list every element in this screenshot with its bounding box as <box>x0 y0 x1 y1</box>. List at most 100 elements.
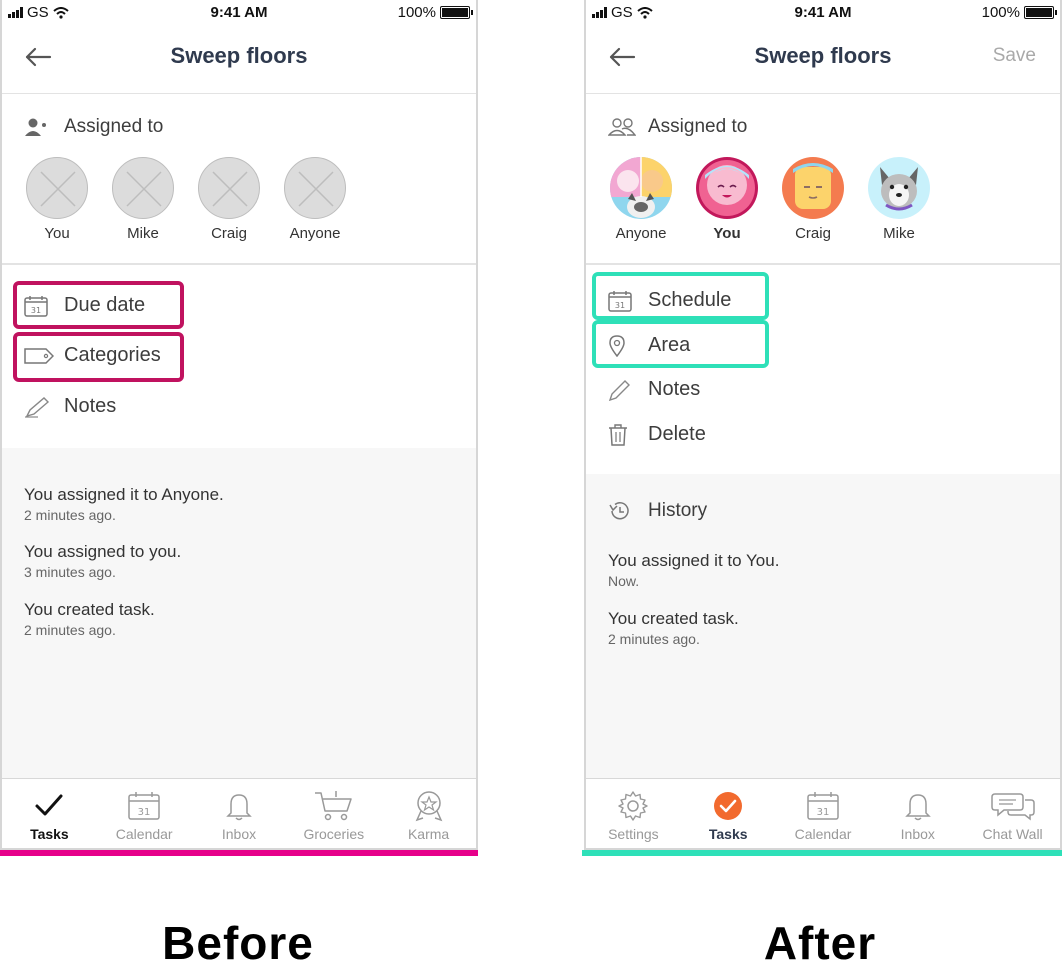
avatar-placeholder <box>198 157 260 219</box>
tab-label: Calendar <box>115 826 173 842</box>
tab-calendar[interactable]: 31 Calendar <box>97 779 192 848</box>
nav-bar: Sweep floors Save <box>586 26 1060 94</box>
avatar-placeholder <box>112 157 174 219</box>
assignee-name: Anyone <box>289 225 341 242</box>
assignee-name: Craig <box>795 225 831 242</box>
schedule-row[interactable]: 31 Schedule <box>608 289 731 312</box>
bell-icon <box>226 794 252 821</box>
categories-label: Categories <box>64 344 161 366</box>
due-date-label: Due date <box>64 294 146 316</box>
history-entry: You assigned to you. 3 minutes ago. <box>24 542 181 580</box>
tag-icon <box>24 347 54 364</box>
history-text: You created task. <box>24 600 155 619</box>
history-panel: You assigned it to Anyone. 2 minutes ago… <box>2 448 476 778</box>
svg-text:31: 31 <box>31 306 41 315</box>
tab-tasks[interactable]: Tasks <box>2 779 97 848</box>
battery-icon <box>440 6 473 19</box>
history-text: You created task. <box>608 609 739 628</box>
avatar-placeholder <box>284 157 346 219</box>
check-icon <box>35 794 63 816</box>
assignee-list: Anyone You Craig Mike <box>598 157 942 242</box>
history-entry: You assigned it to You. Now. <box>608 551 779 589</box>
assigned-to-label: Assigned to <box>24 116 163 138</box>
calendar-icon: 31 <box>128 792 160 820</box>
notes-row[interactable]: Notes <box>24 395 116 418</box>
after-screen: GS 9:41 AM 100% Sweep floors Save Assign… <box>584 0 1062 850</box>
history-text: You assigned it to Anyone. <box>24 485 224 504</box>
status-bar: GS 9:41 AM 100% <box>2 0 476 26</box>
tab-karma[interactable]: Karma <box>381 779 476 848</box>
assignee-name: You <box>713 225 741 242</box>
status-bar: GS 9:41 AM 100% <box>586 0 1060 26</box>
tab-calendar[interactable]: 31 Calendar <box>776 779 871 848</box>
due-date-row[interactable]: 31 Due date <box>24 294 145 317</box>
categories-row[interactable]: Categories <box>24 344 161 367</box>
calendar-icon: 31 <box>608 290 632 312</box>
assignee-craig[interactable]: Craig <box>186 157 272 242</box>
before-caption: Before <box>162 917 314 969</box>
assignee-craig[interactable]: Craig <box>770 157 856 242</box>
delete-label: Delete <box>648 423 706 445</box>
svg-text:31: 31 <box>817 807 830 818</box>
save-button[interactable]: Save <box>993 45 1036 67</box>
history-time: 2 minutes ago. <box>24 622 116 638</box>
area-row[interactable]: Area <box>608 334 690 357</box>
calendar-icon: 31 <box>24 295 48 317</box>
svg-text:31: 31 <box>138 807 151 818</box>
tab-label: Karma <box>407 826 450 842</box>
tab-tasks[interactable]: Tasks <box>681 779 776 848</box>
group-avatar <box>610 157 672 219</box>
history-heading: History <box>608 500 707 522</box>
tab-label: Chat Wall <box>982 826 1043 842</box>
craig-avatar <box>782 157 844 219</box>
person-icon <box>25 118 46 136</box>
history-entry: You created task. 2 minutes ago. <box>24 600 155 638</box>
assignee-you[interactable]: You <box>14 157 100 242</box>
area-label: Area <box>648 334 691 356</box>
tab-chat-wall[interactable]: Chat Wall <box>965 779 1060 848</box>
divider <box>2 263 476 265</box>
you-avatar <box>696 157 758 219</box>
notes-label: Notes <box>648 378 701 400</box>
assignee-name: Mike <box>127 225 159 242</box>
gear-icon <box>618 791 649 821</box>
tab-label: Tasks <box>708 826 748 842</box>
tab-groceries[interactable]: Groceries <box>286 779 381 848</box>
tab-label: Inbox <box>221 826 257 842</box>
tab-settings[interactable]: Settings <box>586 779 681 848</box>
assignee-anyone[interactable]: Anyone <box>272 157 358 242</box>
history-panel: History You assigned it to You. Now. You… <box>586 474 1060 778</box>
battery-percent: 100% <box>397 4 436 21</box>
mike-avatar <box>868 157 930 219</box>
history-label: History <box>648 500 708 521</box>
trash-icon <box>609 423 627 446</box>
tab-label: Calendar <box>794 826 852 842</box>
tab-inbox[interactable]: Inbox <box>192 779 287 848</box>
after-caption: After <box>763 917 877 969</box>
assignee-mike[interactable]: Mike <box>100 157 186 242</box>
before-underline <box>0 850 478 856</box>
delete-row[interactable]: Delete <box>608 423 706 446</box>
assignee-you[interactable]: You <box>684 157 770 242</box>
cart-icon <box>314 791 352 821</box>
assignee-list: You Mike Craig Anyone <box>14 157 358 242</box>
assigned-to-label: Assigned to <box>608 116 747 138</box>
battery-percent: 100% <box>981 4 1020 21</box>
history-time: 2 minutes ago. <box>608 631 700 647</box>
schedule-label: Schedule <box>648 289 732 311</box>
tab-inbox[interactable]: Inbox <box>870 779 965 848</box>
notes-label: Notes <box>64 395 117 417</box>
assignee-anyone[interactable]: Anyone <box>598 157 684 242</box>
history-icon <box>609 502 629 520</box>
assignee-mike[interactable]: Mike <box>856 157 942 242</box>
history-entry: You created task. 2 minutes ago. <box>608 609 739 647</box>
notes-row[interactable]: Notes <box>608 378 700 401</box>
history-text: You assigned to you. <box>24 542 182 561</box>
after-underline <box>582 850 1062 856</box>
before-screen: GS 9:41 AM 100% Sweep floors Assigned to… <box>0 0 478 850</box>
battery-icon <box>1024 6 1057 19</box>
assignee-name: Mike <box>883 225 915 242</box>
nav-bar: Sweep floors <box>2 26 476 94</box>
pencil-icon <box>608 379 630 401</box>
history-time: Now. <box>608 573 640 589</box>
